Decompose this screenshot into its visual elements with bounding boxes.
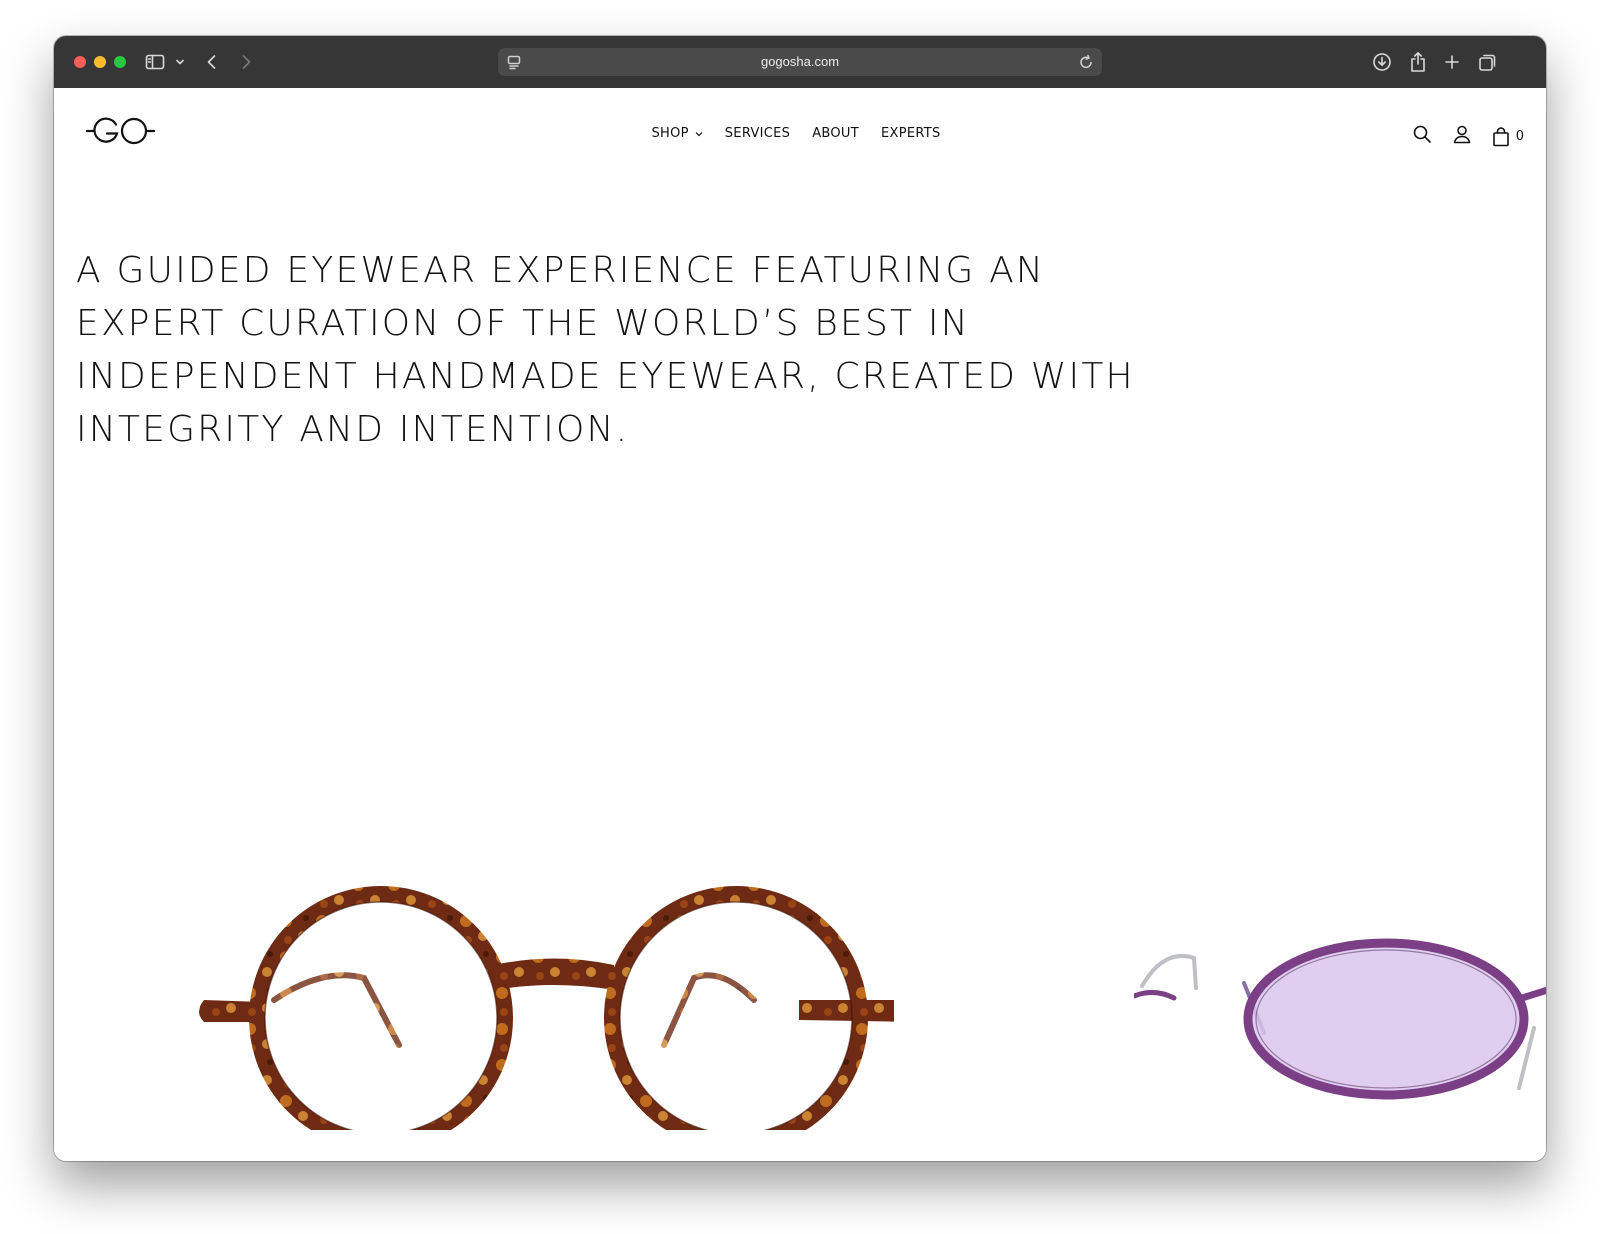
forward-icon[interactable] — [234, 50, 258, 74]
download-icon[interactable] — [1370, 50, 1394, 74]
product-oval-purple-sunglasses[interactable] — [1131, 928, 1546, 1133]
share-icon[interactable] — [1406, 50, 1430, 74]
address-bar[interactable]: gogosha.com — [498, 48, 1102, 76]
nav-services[interactable]: SERVICES — [725, 126, 790, 141]
cart-count: 0 — [1515, 129, 1524, 144]
reload-icon[interactable] — [1078, 54, 1094, 75]
nav-shop[interactable]: SHOP — [651, 126, 703, 141]
nav-experts[interactable]: EXPERTS — [881, 126, 941, 141]
minimize-window-button[interactable] — [94, 56, 106, 68]
zoom-window-button[interactable] — [114, 56, 126, 68]
oval-sunglasses-icon — [1131, 938, 1546, 1100]
cart-icon — [1492, 126, 1509, 146]
account-icon[interactable] — [1452, 124, 1472, 149]
chevron-down-icon[interactable] — [168, 50, 192, 74]
product-round-tortoise-glasses[interactable] — [134, 840, 924, 1150]
browser-window: gogosha.com SHOP SERVICES ABOUT EXPERTS … — [54, 36, 1546, 1161]
header-utility: 0 — [1412, 124, 1524, 149]
sidebar-icon[interactable] — [143, 50, 167, 74]
nav-shop-label: SHOP — [651, 126, 689, 141]
tab-overview-icon[interactable] — [1476, 50, 1500, 74]
search-icon[interactable] — [1412, 124, 1432, 149]
chevron-down-icon — [695, 131, 703, 136]
browser-toolbar: gogosha.com — [54, 36, 1546, 89]
web-page: SHOP SERVICES ABOUT EXPERTS 0 A GUIDED E… — [54, 88, 1546, 1161]
url-text: gogosha.com — [760, 54, 840, 69]
round-glasses-icon — [199, 886, 924, 1150]
close-window-button[interactable] — [74, 56, 86, 68]
main-nav: SHOP SERVICES ABOUT EXPERTS — [54, 124, 1546, 148]
cart-button[interactable]: 0 — [1492, 126, 1524, 147]
hero-statement: A GUIDED EYEWEAR EXPERIENCE FEATURING AN… — [76, 250, 1135, 450]
back-icon[interactable] — [200, 50, 224, 74]
new-tab-icon[interactable] — [1440, 50, 1464, 74]
nav-about[interactable]: ABOUT — [812, 126, 859, 141]
